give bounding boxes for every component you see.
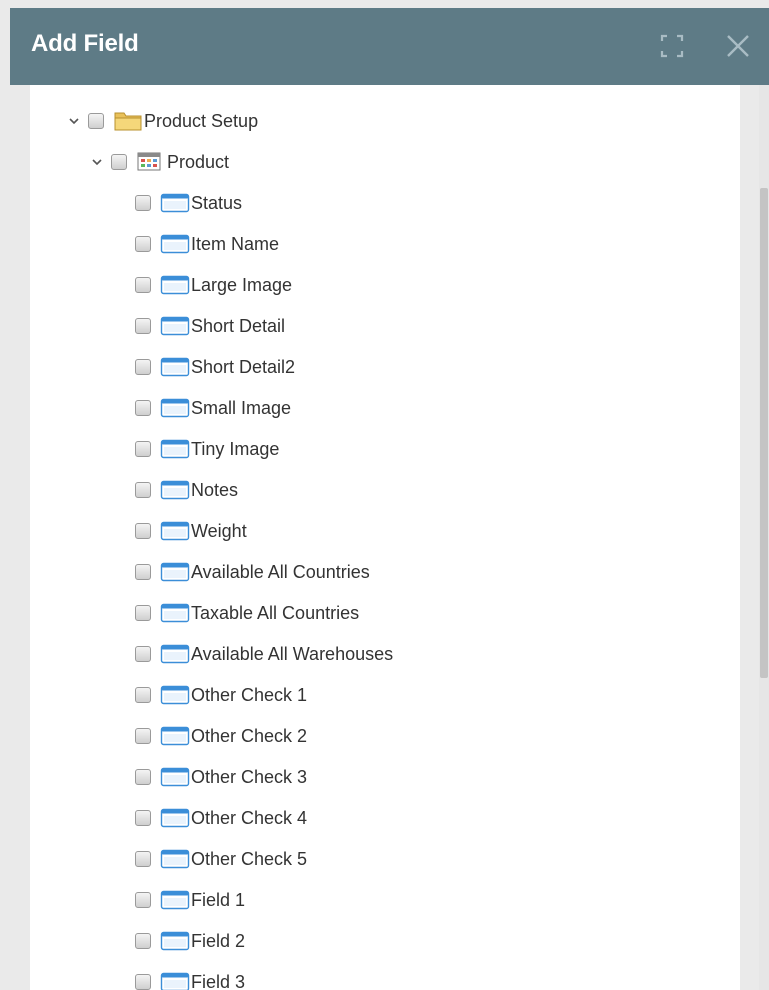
tree-field-label: Short Detail2	[191, 356, 296, 377]
tree-field-item[interactable]: Available All Countries	[135, 559, 370, 585]
field-icon	[160, 192, 190, 214]
tree-field-label: Status	[191, 192, 243, 213]
checkbox[interactable]	[88, 113, 104, 129]
tree-node-product[interactable]: Product	[91, 149, 229, 175]
tree-field-label: Other Check 5	[191, 848, 308, 869]
field-tree: Product Setup Product Status Item Name L…	[30, 85, 740, 990]
tree-field-item[interactable]: Short Detail	[135, 313, 285, 339]
tree-field-item[interactable]: Status	[135, 190, 242, 216]
checkbox[interactable]	[135, 851, 151, 867]
tree-field-item[interactable]: Notes	[135, 477, 238, 503]
field-icon	[160, 561, 190, 583]
checkbox[interactable]	[135, 892, 151, 908]
tree-field-item[interactable]: Field 1	[135, 887, 245, 913]
tree-field-item[interactable]: Short Detail2	[135, 354, 295, 380]
tree-field-label: Item Name	[191, 233, 280, 254]
tree-field-item[interactable]: Other Check 4	[135, 805, 307, 831]
checkbox[interactable]	[135, 359, 151, 375]
field-icon	[160, 643, 190, 665]
tree-field-label: Other Check 2	[191, 725, 308, 746]
tree-field-label: Field 1	[191, 889, 246, 910]
tree-field-label: Other Check 4	[191, 807, 308, 828]
tree-node-label: Product Setup	[144, 110, 259, 131]
field-icon	[160, 479, 190, 501]
checkbox[interactable]	[135, 523, 151, 539]
field-icon	[160, 971, 190, 990]
tree-field-label: Available All Countries	[191, 561, 370, 582]
tree-field-label: Field 3	[191, 971, 246, 990]
checkbox[interactable]	[135, 441, 151, 457]
chevron-down-icon[interactable]	[91, 156, 103, 168]
field-icon	[160, 315, 190, 337]
tree-field-label: Other Check 1	[191, 684, 308, 705]
left-gutter	[10, 85, 30, 990]
checkbox[interactable]	[135, 728, 151, 744]
checkbox[interactable]	[135, 810, 151, 826]
field-icon	[160, 397, 190, 419]
close-icon[interactable]	[724, 32, 752, 60]
chevron-down-icon[interactable]	[68, 115, 80, 127]
dialog-header: Add Field	[10, 8, 769, 85]
field-icon	[160, 520, 190, 542]
checkbox[interactable]	[135, 974, 151, 990]
field-icon	[160, 602, 190, 624]
field-icon	[160, 684, 190, 706]
field-icon	[160, 274, 190, 296]
checkbox[interactable]	[135, 236, 151, 252]
tree-field-item[interactable]: Other Check 2	[135, 723, 307, 749]
tree-field-item[interactable]: Field 3	[135, 969, 245, 990]
tree-field-item[interactable]: Small Image	[135, 395, 291, 421]
field-icon	[160, 356, 190, 378]
field-icon	[160, 930, 190, 952]
tree-field-label: Available All Warehouses	[191, 643, 394, 664]
add-field-dialog: Add Field Product Setup Product Status I…	[10, 8, 769, 990]
checkbox[interactable]	[135, 318, 151, 334]
tree-field-label: Tiny Image	[191, 438, 280, 459]
checkbox[interactable]	[135, 277, 151, 293]
tree-field-label: Short Detail	[191, 315, 286, 336]
tree-field-label: Large Image	[191, 274, 293, 295]
checkbox[interactable]	[135, 400, 151, 416]
field-icon	[160, 848, 190, 870]
tree-node-product-setup[interactable]: Product Setup	[68, 108, 258, 134]
checkbox[interactable]	[135, 195, 151, 211]
tree-field-label: Weight	[191, 520, 247, 541]
tree-field-item[interactable]: Item Name	[135, 231, 279, 257]
tree-field-item[interactable]: Weight	[135, 518, 247, 544]
field-icon	[160, 766, 190, 788]
tree-field-item[interactable]: Tiny Image	[135, 436, 279, 462]
tree-node-label: Product	[167, 151, 230, 172]
tree-field-item[interactable]: Taxable All Countries	[135, 600, 359, 626]
tree-field-item[interactable]: Large Image	[135, 272, 292, 298]
tree-field-label: Field 2	[191, 930, 246, 951]
tree-field-label: Notes	[191, 479, 239, 500]
tree-field-item[interactable]: Other Check 1	[135, 682, 307, 708]
checkbox[interactable]	[135, 646, 151, 662]
tree-field-item[interactable]: Other Check 3	[135, 764, 307, 790]
checkbox[interactable]	[135, 564, 151, 580]
folder-icon	[113, 110, 143, 132]
checkbox[interactable]	[135, 933, 151, 949]
tree-field-label: Other Check 3	[191, 766, 308, 787]
tree-field-label: Small Image	[191, 397, 292, 418]
field-icon	[160, 807, 190, 829]
tree-field-item[interactable]: Other Check 5	[135, 846, 307, 872]
field-icon	[160, 889, 190, 911]
checkbox[interactable]	[135, 605, 151, 621]
tree-field-item[interactable]: Available All Warehouses	[135, 641, 393, 667]
tree-field-item[interactable]: Field 2	[135, 928, 245, 954]
checkbox[interactable]	[135, 482, 151, 498]
maximize-icon[interactable]	[658, 32, 686, 60]
dialog-title: Add Field	[31, 30, 139, 57]
field-icon	[160, 725, 190, 747]
scrollbar-thumb[interactable]	[760, 188, 768, 678]
table-icon	[136, 151, 166, 173]
checkbox[interactable]	[111, 154, 127, 170]
checkbox[interactable]	[135, 769, 151, 785]
checkbox[interactable]	[135, 687, 151, 703]
field-icon	[160, 438, 190, 460]
field-icon	[160, 233, 190, 255]
tree-field-label: Taxable All Countries	[191, 602, 360, 623]
